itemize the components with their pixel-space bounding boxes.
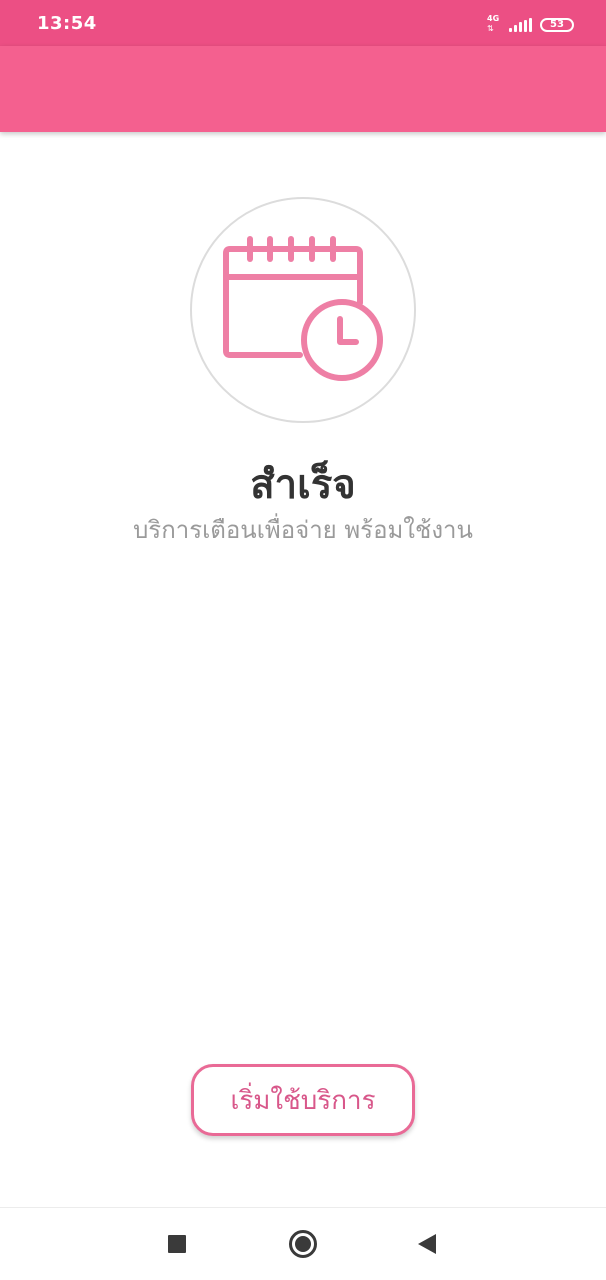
back-icon[interactable] bbox=[418, 1234, 436, 1254]
network-type-label: 4G bbox=[487, 14, 500, 23]
recent-apps-icon[interactable] bbox=[168, 1235, 186, 1253]
status-indicators: 4G ⇅ 53 bbox=[487, 14, 574, 36]
status-time: 13:54 bbox=[37, 13, 97, 34]
start-service-button[interactable]: เริ่มใช้บริการ bbox=[191, 1064, 415, 1136]
page-title: สำเร็จ bbox=[250, 462, 356, 508]
status-bar: 13:54 4G ⇅ 53 bbox=[0, 0, 606, 46]
data-activity-icon: ⇅ bbox=[487, 24, 494, 33]
calendar-clock-icon bbox=[223, 236, 383, 381]
network-type-indicator: 4G ⇅ bbox=[487, 14, 501, 34]
system-navigation-bar bbox=[0, 1207, 606, 1280]
signal-strength-icon bbox=[509, 18, 532, 32]
home-icon[interactable] bbox=[289, 1230, 317, 1258]
hero-icon-circle bbox=[190, 197, 416, 423]
app-screen: 13:54 4G ⇅ 53 สำเร็จ บริการเตือนเพื่อจ่า… bbox=[0, 0, 606, 1280]
page-subtitle: บริการเตือนเพื่อจ่าย พร้อมใช้งาน bbox=[133, 516, 473, 544]
battery-icon: 53 bbox=[540, 18, 574, 32]
app-toolbar bbox=[0, 46, 606, 132]
